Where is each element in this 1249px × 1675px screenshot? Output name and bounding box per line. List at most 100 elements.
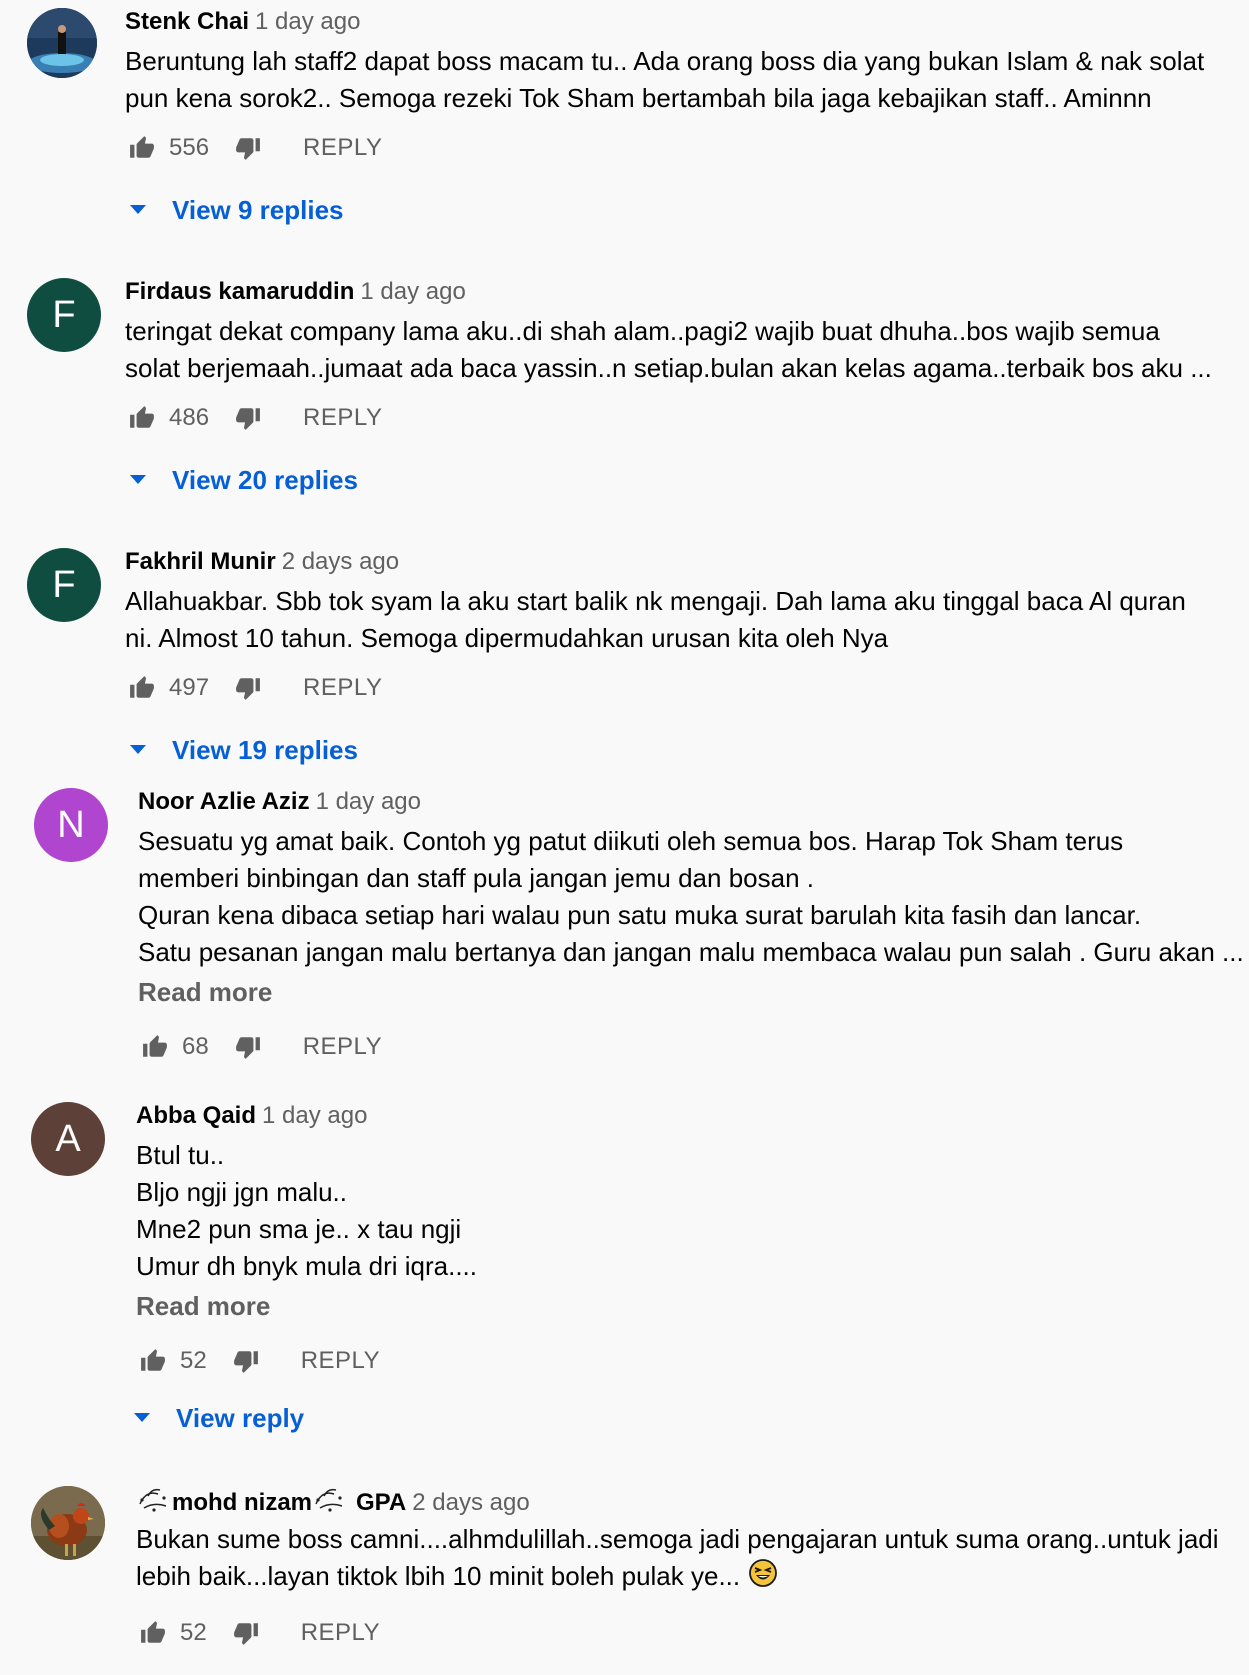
like-count: 68 <box>182 1033 209 1060</box>
comment-text-line: ni. Almost 10 tahun. Semoga dipermudahka… <box>125 623 889 653</box>
view-replies-label: View reply <box>176 1402 305 1433</box>
thumbs-up-icon[interactable] <box>125 401 159 435</box>
caret-down-icon <box>130 205 150 215</box>
thumbs-up-icon[interactable] <box>138 1030 172 1064</box>
like-count: 497 <box>169 674 210 701</box>
author-name[interactable]: mohd nizam <box>172 1489 312 1516</box>
thumbs-up-icon[interactable] <box>125 131 159 165</box>
comment-actions: 68 REPLY <box>138 1029 382 1065</box>
caret-down-icon <box>134 1413 154 1423</box>
decorative-swirl-icon <box>312 1484 348 1523</box>
reply-button[interactable]: REPLY <box>303 134 382 162</box>
avatar-letter: A <box>55 1117 81 1160</box>
thumbs-down-icon[interactable] <box>231 401 265 435</box>
comment-text-line: Quran kena dibaca setiap hari walau pun … <box>138 900 1142 930</box>
comment-time[interactable]: 2 days ago <box>282 548 399 575</box>
comment-header: Noor Azlie Aziz 1 day ago <box>138 786 1235 818</box>
avatar[interactable]: A <box>31 1102 105 1176</box>
avatar[interactable]: F <box>27 278 101 352</box>
thumbs-up-icon[interactable] <box>136 1344 170 1378</box>
comment-time[interactable]: 1 day ago <box>316 788 421 815</box>
author-name[interactable]: Firdaus kamaruddin <box>125 278 354 305</box>
avatar[interactable]: N <box>34 788 108 862</box>
comment-header: Fakhril Munir 2 days ago <box>125 546 1235 578</box>
avatar-letter: F <box>52 293 76 336</box>
thumbs-down-icon[interactable] <box>231 1030 265 1064</box>
decorative-swirl-icon <box>136 1484 172 1523</box>
thumbs-down-icon[interactable] <box>231 671 265 705</box>
comment-actions: 556 REPLY <box>125 130 382 166</box>
comment-time[interactable]: 1 day ago <box>262 1102 367 1129</box>
comment-text-line: Beruntung lah staff2 dapat boss macam tu… <box>125 46 1205 76</box>
author-name[interactable]: Noor Azlie Aziz <box>138 788 310 815</box>
comment-header: mohd nizam GPA 2 days ago <box>136 1484 1235 1516</box>
like-count: 486 <box>169 404 210 431</box>
view-replies-label: View 19 replies <box>172 734 358 765</box>
author-name-suffix[interactable]: GPA <box>356 1489 406 1516</box>
thumbs-up-icon[interactable] <box>136 1616 170 1650</box>
reply-button[interactable]: REPLY <box>301 1347 380 1375</box>
caret-down-icon <box>130 475 150 485</box>
comment-actions: 497 REPLY <box>125 670 382 706</box>
comment-body: Abba Qaid 1 day ago Btul tu.. Bljo ngji j… <box>136 1100 1235 1325</box>
comment-time[interactable]: 1 day ago <box>255 8 360 35</box>
comment-text-line: solat berjemaah..jumaat ada baca yassin.… <box>125 353 1212 383</box>
like-count: 52 <box>180 1619 207 1646</box>
like-count: 556 <box>169 134 210 161</box>
comment-header: Abba Qaid 1 day ago <box>136 1100 1235 1132</box>
avatar[interactable]: F <box>27 548 101 622</box>
reply-button[interactable]: REPLY <box>301 1619 380 1647</box>
comment-text-line: Sesuatu yg amat baik. Contoh yg patut di… <box>138 826 1124 856</box>
avatar-photo <box>31 1486 105 1560</box>
read-more-link[interactable]: Read more <box>136 1288 1235 1325</box>
thumbs-down-icon[interactable] <box>231 131 265 165</box>
thumbs-down-icon[interactable] <box>229 1344 263 1378</box>
comment-header: Stenk Chai 1 day ago <box>125 6 1235 38</box>
author-name[interactable]: Fakhril Munir <box>125 548 276 575</box>
comment-text-line: Satu pesanan jangan malu bertanya dan ja… <box>138 937 1244 967</box>
comment-actions: 52 REPLY <box>136 1343 380 1379</box>
like-count: 52 <box>180 1347 207 1374</box>
comment-text-line: Allahuakbar. Sbb tok syam la aku start b… <box>125 586 1186 616</box>
comment-text-line: teringat dekat company lama aku..di shah… <box>125 316 1160 346</box>
comment-text-line: Btul tu.. <box>136 1140 225 1170</box>
comment-text-line: memberi binbingan dan staff pula jangan … <box>138 863 814 893</box>
reply-button[interactable]: REPLY <box>303 1033 382 1061</box>
comment-body: mohd nizam GPA 2 days ago Bukan sume boss… <box>136 1484 1235 1598</box>
avatar-letter: F <box>52 563 76 606</box>
avatar[interactable] <box>27 8 97 78</box>
comment-body: Noor Azlie Aziz 1 day ago Sesuatu yg amat… <box>138 786 1244 1011</box>
grinning-squinting-face-icon <box>748 1558 778 1598</box>
reply-button[interactable]: REPLY <box>303 404 382 432</box>
avatar[interactable] <box>31 1486 105 1560</box>
reply-button[interactable]: REPLY <box>303 674 382 702</box>
comment-time[interactable]: 1 day ago <box>360 278 465 305</box>
view-replies-button[interactable]: View 20 replies <box>130 462 358 498</box>
thumbs-up-icon[interactable] <box>125 671 159 705</box>
view-replies-label: View 20 replies <box>172 464 358 495</box>
view-replies-button[interactable]: View 9 replies <box>130 192 344 228</box>
comment-time[interactable]: 2 days ago <box>412 1489 529 1516</box>
read-more-link[interactable]: Read more <box>138 974 1235 1011</box>
view-replies-label: View 9 replies <box>172 194 344 225</box>
caret-down-icon <box>130 745 150 755</box>
comment-body: Fakhril Munir 2 days ago Allahuakbar. Sbb… <box>125 546 1235 657</box>
author-name[interactable]: Stenk Chai <box>125 8 249 35</box>
avatar-photo <box>27 8 97 78</box>
comment-text-line: Bukan sume boss camni....alhmdulillah..s… <box>136 1524 1219 1554</box>
comment-text-line: lebih baik...layan tiktok lbih 10 minit … <box>136 1558 1235 1598</box>
comment-actions: 52 REPLY <box>136 1615 380 1651</box>
avatar-letter: N <box>57 803 85 846</box>
view-replies-button[interactable]: View reply <box>134 1400 304 1436</box>
thumbs-down-icon[interactable] <box>229 1616 263 1650</box>
comment-body: Stenk Chai 1 day ago Beruntung lah staff2… <box>125 6 1235 117</box>
comment-text: lebih baik...layan tiktok lbih 10 minit … <box>136 1561 741 1591</box>
comment-text-line: Bljo ngji jgn malu.. <box>136 1177 347 1207</box>
comments-section: Stenk Chai 1 day ago Beruntung lah staff2… <box>0 0 1249 1675</box>
view-replies-button[interactable]: View 19 replies <box>130 732 358 768</box>
author-name[interactable]: Abba Qaid <box>136 1102 256 1129</box>
comment-text-line: Mne2 pun sma je.. x tau ngji <box>136 1214 462 1244</box>
comment-text-line: pun kena sorok2.. Semoga rezeki Tok Sham… <box>125 83 1152 113</box>
comment-text-line: Umur dh bnyk mula dri iqra.... <box>136 1251 478 1281</box>
comment-body: Firdaus kamaruddin 1 day ago teringat dek… <box>125 276 1235 387</box>
